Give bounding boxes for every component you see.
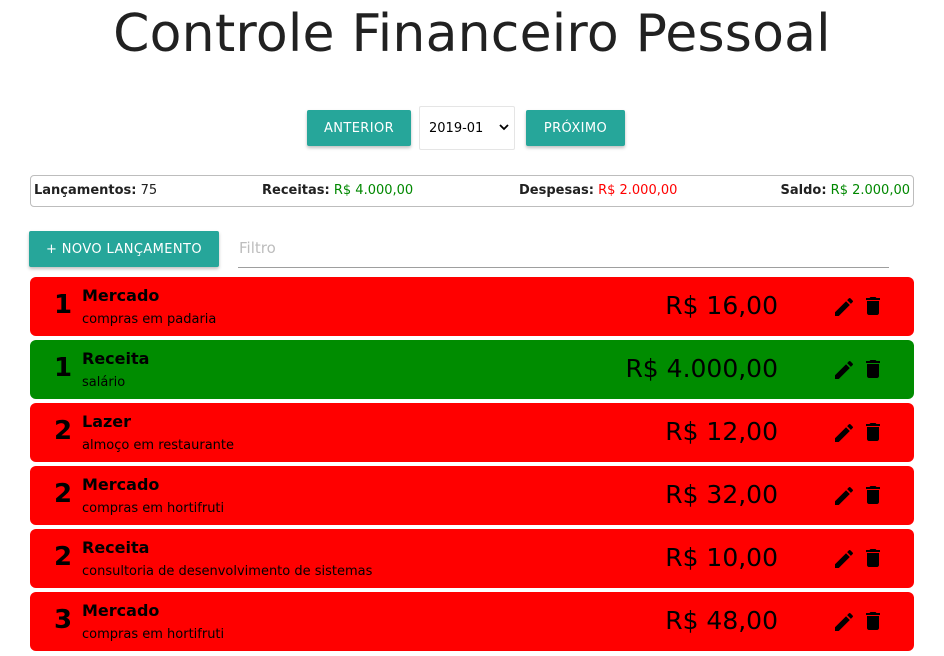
period-navigation: ANTERIOR 2019-01 PRÓXIMO (0, 106, 944, 152)
summary-balance: Saldo: R$ 2.000,00 (781, 183, 911, 198)
entry-day: 2 (54, 416, 73, 446)
entry-row: 2 Mercado compras em hortifruti R$ 32,00 (30, 466, 914, 525)
entry-day: 1 (54, 290, 73, 320)
entry-row: 1 Receita salário R$ 4.000,00 (30, 340, 914, 399)
new-entry-button[interactable]: + NOVO LANÇAMENTO (29, 231, 219, 267)
summary-income-value: R$ 4.000,00 (333, 183, 414, 198)
entry-day: 1 (54, 353, 73, 383)
entry-category: Mercado (82, 601, 160, 620)
summary-expense-value: R$ 2.000,00 (598, 183, 678, 198)
trash-icon[interactable] (861, 483, 885, 507)
pencil-icon[interactable] (832, 295, 856, 319)
trash-icon[interactable] (861, 357, 885, 381)
entry-day: 2 (54, 542, 73, 572)
summary-income: Receitas: R$ 4.000,00 (262, 183, 413, 198)
summary-income-label: Receitas: (262, 183, 330, 198)
entry-category: Mercado (82, 475, 160, 494)
entry-row: 1 Mercado compras em padaria R$ 16,00 (30, 277, 914, 336)
summary-balance-label: Saldo: (780, 183, 827, 198)
summary-balance-value: R$ 2.000,00 (830, 183, 910, 198)
entry-category: Mercado (82, 286, 160, 305)
pencil-icon[interactable] (832, 547, 856, 571)
trash-icon[interactable] (861, 546, 885, 570)
next-period-button[interactable]: PRÓXIMO (526, 110, 625, 146)
summary-entries: Lançamentos: 75 (34, 183, 157, 198)
entry-day: 2 (54, 479, 73, 509)
entry-description: salário (82, 375, 126, 390)
page-title: Controle Financeiro Pessoal (113, 4, 831, 64)
summary-entries-value: 75 (140, 183, 158, 198)
period-select-value: 2019-01 (429, 120, 484, 136)
summary-expense: Despesas: R$ 2.000,00 (519, 183, 677, 198)
entry-value: R$ 12,00 (665, 417, 778, 446)
entry-description: almoço em restaurante (82, 438, 235, 453)
trash-icon[interactable] (861, 294, 885, 318)
entry-value: R$ 16,00 (665, 291, 778, 320)
entry-category: Receita (82, 538, 150, 557)
entry-description: compras em padaria (82, 312, 217, 327)
entry-day: 3 (54, 605, 73, 635)
trash-icon[interactable] (861, 609, 885, 633)
summary-entries-label: Lançamentos: (34, 183, 137, 198)
summary-bar: Lançamentos: 75 Receitas: R$ 4.000,00 De… (30, 175, 914, 207)
entry-description: compras em hortifruti (82, 501, 225, 516)
entry-value: R$ 4.000,00 (625, 354, 778, 383)
period-select[interactable]: 2019-01 (419, 106, 515, 150)
pencil-icon[interactable] (832, 358, 856, 382)
entry-row: 2 Receita consultoria de desenvolvimento d… (30, 529, 914, 588)
chevron-down-icon (499, 124, 509, 131)
pencil-icon[interactable] (832, 610, 856, 634)
entry-value: R$ 32,00 (665, 480, 778, 509)
entry-row: 3 Mercado compras em hortifruti R$ 48,00 (30, 592, 914, 651)
entry-value: R$ 10,00 (665, 543, 778, 572)
entry-row: 2 Lazer almoço em restaurante R$ 12,00 (30, 403, 914, 462)
entry-value: R$ 48,00 (665, 606, 778, 635)
entry-category: Receita (82, 349, 150, 368)
summary-expense-label: Despesas: (519, 183, 594, 198)
entry-description: consultoria de desenvolvimento de sistem… (82, 564, 373, 579)
trash-icon[interactable] (861, 420, 885, 444)
pencil-icon[interactable] (832, 421, 856, 445)
filter-input[interactable] (238, 228, 889, 268)
previous-period-button[interactable]: ANTERIOR (307, 110, 411, 146)
entries-list: 1 Mercado compras em padaria R$ 16,00 1 Recei… (30, 277, 914, 655)
pencil-icon[interactable] (832, 484, 856, 508)
entry-category: Lazer (82, 412, 132, 431)
entry-description: compras em hortifruti (82, 627, 225, 642)
